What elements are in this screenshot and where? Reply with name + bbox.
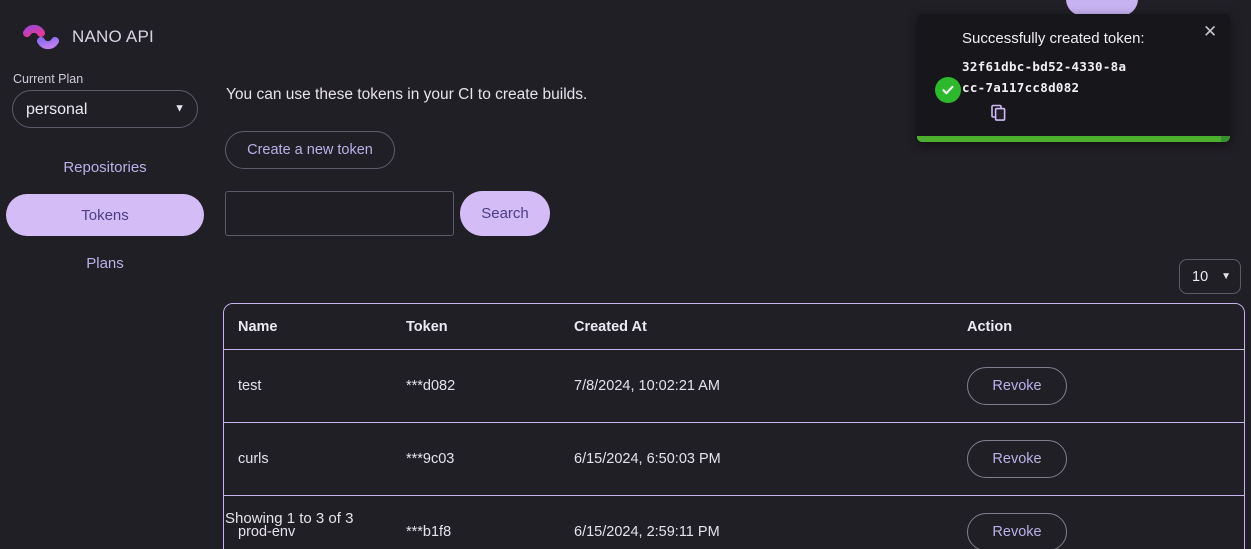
table-row: curls ***9c03 6/15/2024, 6:50:03 PM Revo… <box>224 422 1244 496</box>
toast-token-value: 32f61dbc-bd52-4330-8acc-7a117cc8d082 <box>962 59 1127 95</box>
search-button[interactable]: Search <box>460 191 550 236</box>
showing-count: Showing 1 to 3 of 3 <box>225 510 354 527</box>
table-row: prod-env ***b1f8 6/15/2024, 2:59:11 PM R… <box>224 495 1244 549</box>
close-icon[interactable]: ✕ <box>1197 19 1221 43</box>
brand-name: NANO API <box>72 27 154 46</box>
cell-token: ***d082 <box>406 349 574 423</box>
sidebar-item-tokens[interactable]: Tokens <box>6 194 204 236</box>
sidebar-nav: Repositories Tokens Plans <box>0 146 210 284</box>
table-row: test ***d082 7/8/2024, 10:02:21 AM Revok… <box>224 349 1244 423</box>
nano-wave-logo-icon <box>22 18 60 56</box>
cell-name: curls <box>224 422 406 496</box>
toast-progress-bar <box>917 136 1230 142</box>
sidebar-item-plans[interactable]: Plans <box>6 242 204 284</box>
revoke-button[interactable]: Revoke <box>967 513 1067 549</box>
column-header-name: Name <box>224 304 406 350</box>
revoke-button[interactable]: Revoke <box>967 367 1067 405</box>
column-header-created-at: Created At <box>574 304 967 350</box>
revoke-button[interactable]: Revoke <box>967 440 1067 478</box>
toast-progress-fill <box>917 136 1221 142</box>
cell-token: ***9c03 <box>406 422 574 496</box>
intro-text: You can use these tokens in your CI to c… <box>226 86 588 103</box>
tokens-table: Name Token Created At Action test ***d08… <box>223 303 1245 549</box>
current-plan-block: Current Plan personal ▼ <box>0 56 210 128</box>
success-check-icon <box>935 77 961 103</box>
sidebar-item-repositories[interactable]: Repositories <box>6 146 204 188</box>
tokens-page: NANO API Current Plan personal ▼ Reposit… <box>0 0 1251 549</box>
search-row: Search <box>225 191 550 236</box>
cell-created-at: 6/15/2024, 2:59:11 PM <box>574 495 967 549</box>
copy-icon[interactable] <box>990 104 1008 122</box>
current-plan-label: Current Plan <box>13 72 84 86</box>
brand-header: NANO API <box>0 0 210 56</box>
cell-created-at: 7/8/2024, 10:02:21 AM <box>574 349 967 423</box>
toast-body: Successfully created token: 32f61dbc-bd5… <box>962 30 1207 127</box>
cell-name: test <box>224 349 406 423</box>
search-input[interactable] <box>225 191 454 236</box>
page-size-wrapper: 10 ▼ <box>1179 259 1241 294</box>
current-plan-select[interactable]: personal <box>12 90 198 128</box>
sidebar: NANO API Current Plan personal ▼ Reposit… <box>0 0 210 549</box>
toast-title: Successfully created token: <box>962 30 1145 47</box>
cell-created-at: 6/15/2024, 6:50:03 PM <box>574 422 967 496</box>
column-header-token: Token <box>406 304 574 350</box>
success-toast: Successfully created token: 32f61dbc-bd5… <box>917 14 1230 142</box>
create-new-token-button[interactable]: Create a new token <box>225 131 395 169</box>
table-header-row: Name Token Created At Action <box>224 304 1244 350</box>
cell-token: ***b1f8 <box>406 495 574 549</box>
page-size-select[interactable]: 10 <box>1179 259 1241 294</box>
column-header-action: Action <box>967 304 1244 350</box>
